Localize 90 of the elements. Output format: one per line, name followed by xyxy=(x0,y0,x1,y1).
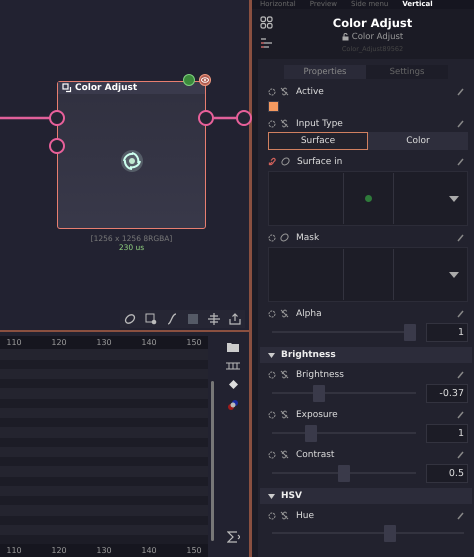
frame-tick: 140 xyxy=(140,338,158,347)
circle-icon[interactable] xyxy=(268,512,276,520)
lock-icon xyxy=(342,33,349,41)
node-title: Color Adjust xyxy=(332,16,412,31)
circle-icon[interactable] xyxy=(268,88,276,96)
option-button[interactable]: Color xyxy=(368,132,468,150)
input-port[interactable] xyxy=(236,110,252,126)
number-field[interactable]: 1 xyxy=(426,323,468,342)
property-label: Hue xyxy=(296,510,316,520)
pencil-icon[interactable] xyxy=(457,234,464,242)
frame-tick: 150 xyxy=(185,546,203,555)
dropdown-arrow-icon xyxy=(449,196,459,202)
input-port[interactable] xyxy=(49,138,65,154)
number-field[interactable]: -0.37 xyxy=(426,384,468,403)
option-button[interactable]: Surface xyxy=(268,132,368,150)
blob-icon[interactable] xyxy=(281,157,290,166)
circle-icon[interactable] xyxy=(268,234,276,242)
folder-icon[interactable] xyxy=(227,342,239,352)
frame-tick: 130 xyxy=(95,338,113,347)
blob-icon[interactable] xyxy=(280,233,289,242)
circle-icon[interactable] xyxy=(268,410,276,418)
grid-icon[interactable] xyxy=(260,16,273,29)
checkbox[interactable] xyxy=(268,101,279,112)
diamond-icon[interactable] xyxy=(228,380,238,389)
pencil-icon[interactable] xyxy=(457,158,464,166)
frame-tick: 120 xyxy=(50,546,68,555)
property-label: Input Type xyxy=(296,118,344,128)
export-icon[interactable] xyxy=(229,313,241,325)
scrollbar[interactable] xyxy=(211,381,214,541)
unlink-icon[interactable] xyxy=(280,309,289,318)
frame-tick: 140 xyxy=(140,546,158,555)
pencil-icon[interactable] xyxy=(457,410,464,418)
property-label: Brightness xyxy=(296,370,345,380)
section-title: Brightness xyxy=(281,350,336,360)
property-label: Contrast xyxy=(296,450,336,460)
property-label: Mask xyxy=(296,232,320,242)
number-field[interactable]: 1 xyxy=(426,424,468,443)
grid-settings-icon[interactable] xyxy=(145,313,157,325)
number-field[interactable]: 0.5 xyxy=(426,464,468,483)
frame-tick: 150 xyxy=(185,338,203,347)
property-label: Surface in xyxy=(297,156,344,166)
slider-handle[interactable] xyxy=(305,425,317,442)
pencil-icon[interactable] xyxy=(457,310,464,318)
section-title: HSV xyxy=(281,491,302,501)
inspector-tab[interactable]: Properties xyxy=(284,65,366,79)
pencil-icon[interactable] xyxy=(457,88,464,96)
unlink-icon[interactable] xyxy=(280,119,289,128)
circle-icon[interactable] xyxy=(268,370,276,378)
property-label: Alpha xyxy=(296,308,323,318)
pencil-icon[interactable] xyxy=(457,120,464,128)
circle-icon[interactable] xyxy=(268,120,276,128)
pencil-icon[interactable] xyxy=(457,450,464,458)
graph-node[interactable]: Color Adjust xyxy=(57,81,206,229)
slider-handle[interactable] xyxy=(384,525,396,542)
slider-handle[interactable] xyxy=(338,465,350,482)
pencil-icon[interactable] xyxy=(457,512,464,520)
node-icon xyxy=(62,83,72,93)
unlink-icon[interactable] xyxy=(280,511,289,520)
frame-tick: 110 xyxy=(5,338,23,347)
node-title: Color Adjust xyxy=(75,83,138,93)
color-dots-icon[interactable] xyxy=(227,399,239,411)
crosshair-icon[interactable] xyxy=(208,313,220,325)
pencil-icon[interactable] xyxy=(457,370,464,378)
curve-icon[interactable] xyxy=(166,313,178,325)
frame-tick: 120 xyxy=(50,338,68,347)
eye-icon[interactable] xyxy=(199,74,211,86)
link-icon[interactable] xyxy=(268,157,277,166)
unlink-icon[interactable] xyxy=(280,410,289,419)
dropdown-arrow-icon xyxy=(449,272,459,278)
property-label: Exposure xyxy=(296,410,339,420)
input-port[interactable] xyxy=(49,110,65,126)
section-header[interactable]: Brightness xyxy=(260,347,472,363)
slider-handle[interactable] xyxy=(404,324,416,341)
unlink-icon[interactable] xyxy=(280,87,289,96)
output-port[interactable] xyxy=(198,110,214,126)
circle-icon[interactable] xyxy=(268,310,276,318)
unlink-icon[interactable] xyxy=(280,450,289,459)
list-icon[interactable] xyxy=(260,38,273,49)
frame-tick: 110 xyxy=(5,546,23,555)
frame-tick: 130 xyxy=(95,546,113,555)
sigma-icon[interactable] xyxy=(226,531,240,543)
section-header[interactable]: HSV xyxy=(260,488,472,504)
unlink-icon[interactable] xyxy=(280,370,289,379)
slider-handle[interactable] xyxy=(312,385,325,402)
ruler-icon[interactable] xyxy=(226,362,240,370)
node-name: Color Adjust xyxy=(352,31,404,43)
property-label: Active xyxy=(296,86,325,96)
swirl-icon xyxy=(119,148,145,174)
blob-icon[interactable] xyxy=(124,313,136,325)
circle-icon[interactable] xyxy=(268,450,276,458)
